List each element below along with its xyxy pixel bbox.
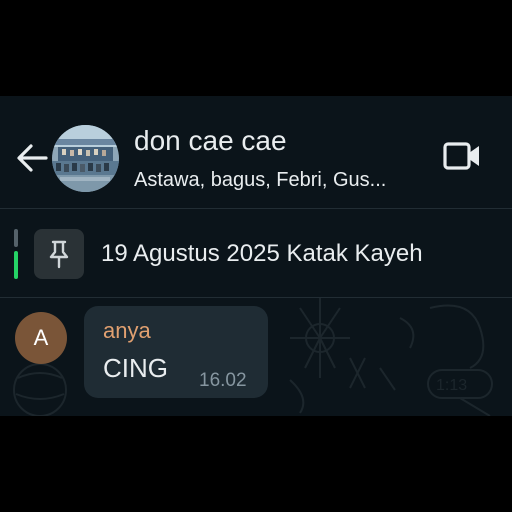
chat-title[interactable]: don cae cae — [134, 124, 287, 158]
pinned-message-text: 19 Agustus 2025 Katak Kayeh — [101, 240, 423, 267]
svg-text:1:13: 1:13 — [436, 377, 467, 394]
pinned-position-indicator — [14, 229, 18, 279]
message-bubble[interactable]: anya CING 16.02 — [84, 306, 268, 398]
group-photo — [52, 125, 119, 192]
sender-name[interactable]: anya — [103, 318, 151, 344]
chat-screen: don cae cae Astawa, bagus, Febri, Gus... — [0, 96, 512, 416]
back-button[interactable] — [12, 140, 52, 176]
sender-avatar[interactable]: A — [15, 312, 67, 364]
message-text: CING — [103, 353, 168, 383]
video-camera-icon — [443, 142, 479, 170]
message-time: 16.02 — [199, 370, 247, 391]
arrow-left-icon — [17, 144, 48, 172]
pin-icon — [49, 240, 69, 269]
screen: don cae cae Astawa, bagus, Febri, Gus... — [0, 0, 512, 512]
message-list: 1:13 A anya CING 16.02 — [0, 298, 512, 416]
chat-participants[interactable]: Astawa, bagus, Febri, Gus... — [134, 168, 386, 192]
pin-icon-box — [34, 229, 84, 279]
group-avatar[interactable] — [52, 125, 119, 192]
video-call-button[interactable] — [438, 136, 486, 176]
chat-header: don cae cae Astawa, bagus, Febri, Gus... — [0, 96, 512, 208]
pinned-message-bar[interactable]: 19 Agustus 2025 Katak Kayeh — [0, 209, 512, 297]
